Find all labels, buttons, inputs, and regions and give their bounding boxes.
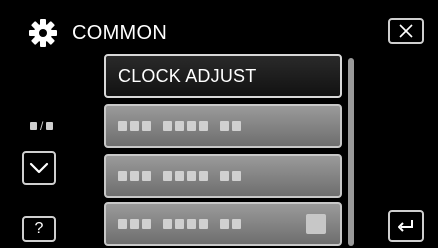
menu-item-label: CLOCK ADJUST [118, 65, 257, 86]
return-button[interactable] [388, 210, 424, 242]
close-icon [399, 24, 413, 38]
help-button[interactable]: ? [22, 216, 56, 242]
blurred-label [118, 171, 241, 181]
menu-item[interactable] [104, 104, 342, 148]
return-icon [398, 220, 413, 232]
page-indicator-separator: / [40, 119, 44, 133]
menu-item-clock-adjust[interactable]: CLOCK ADJUST [104, 54, 342, 98]
chevron-down-icon [29, 162, 49, 174]
blurred-label [118, 219, 241, 229]
close-button[interactable] [388, 18, 424, 44]
blurred-label [118, 121, 241, 131]
scroll-down-button[interactable] [22, 151, 56, 185]
scrollbar[interactable] [348, 58, 354, 246]
page-title: COMMON [72, 22, 168, 44]
menu-item[interactable] [104, 202, 342, 246]
page-indicator: / [30, 119, 54, 133]
gear-icon [26, 18, 60, 48]
help-icon: ? [34, 220, 44, 237]
setting-value-icon [306, 214, 326, 234]
menu-item[interactable] [104, 154, 342, 198]
